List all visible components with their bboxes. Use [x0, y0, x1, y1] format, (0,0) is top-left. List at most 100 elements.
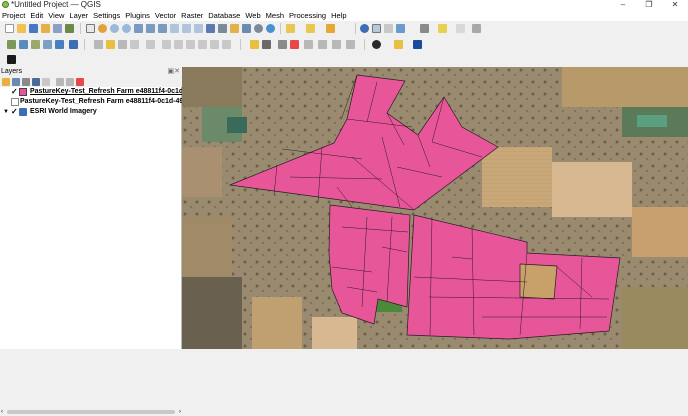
label-rotate-icon[interactable]	[318, 40, 327, 49]
minimize-button[interactable]: –	[610, 0, 636, 10]
identify-icon[interactable]	[360, 24, 369, 33]
scrollbar-thumb[interactable]	[7, 410, 175, 414]
layer-visibility-checkbox[interactable]: ✓	[11, 87, 18, 97]
deselect-icon[interactable]	[326, 24, 335, 33]
menu-settings[interactable]: Settings	[91, 10, 122, 21]
zoom-to-layer-icon[interactable]	[158, 24, 167, 33]
refresh-icon[interactable]	[266, 24, 275, 33]
scroll-left-icon[interactable]: ‹	[1, 408, 3, 416]
style-manager-icon[interactable]	[65, 24, 74, 33]
pan-icon[interactable]	[86, 24, 95, 33]
map-canvas[interactable]	[182, 67, 688, 349]
add-raster-layer-icon[interactable]	[19, 40, 28, 49]
delete-selected-icon[interactable]	[162, 40, 171, 49]
add-delimited-text-icon[interactable]	[31, 40, 40, 49]
annotation-icon[interactable]	[456, 24, 465, 33]
new-project-icon[interactable]	[5, 24, 14, 33]
plugin-black-icon[interactable]	[7, 55, 16, 64]
processing-toolbox-icon[interactable]	[396, 24, 405, 33]
menu-view[interactable]: View	[46, 10, 66, 21]
select-by-value-icon[interactable]	[306, 24, 315, 33]
cut-features-icon[interactable]	[174, 40, 183, 49]
close-button[interactable]: ✕	[662, 0, 688, 10]
add-vector-layer-icon[interactable]	[7, 40, 16, 49]
save-edits-icon[interactable]	[118, 40, 127, 49]
select-features-icon[interactable]	[286, 24, 295, 33]
spatial-bookmark-icon[interactable]	[230, 24, 239, 33]
menu-vector[interactable]: Vector	[153, 10, 178, 21]
collapse-all-icon[interactable]	[66, 78, 74, 86]
map-tips-icon[interactable]	[438, 24, 447, 33]
temporal-controller-icon[interactable]	[254, 24, 263, 33]
copy-features-icon[interactable]	[186, 40, 195, 49]
zoom-last-icon[interactable]	[182, 24, 191, 33]
zoom-full-icon[interactable]	[134, 24, 143, 33]
layer-visibility-checkbox[interactable]: ✓	[11, 107, 18, 117]
zoom-out-icon[interactable]	[122, 24, 131, 33]
toggle-editing-icon[interactable]	[106, 40, 115, 49]
current-edits-icon[interactable]	[94, 40, 103, 49]
maximize-button[interactable]: ❐	[636, 0, 662, 10]
layer-item-pasture-2[interactable]: PastureKey-Test_Refresh Farm e48811f4-0c…	[0, 97, 182, 107]
map-svg[interactable]	[182, 67, 688, 349]
menu-project[interactable]: Project	[0, 10, 27, 21]
menu-plugins[interactable]: Plugins	[123, 10, 152, 21]
save-project-icon[interactable]	[29, 24, 38, 33]
menu-help[interactable]: Help	[329, 10, 348, 21]
layout-manager-icon[interactable]	[53, 24, 62, 33]
measure-icon[interactable]	[420, 24, 429, 33]
zoom-native-icon[interactable]	[170, 24, 179, 33]
redo-icon[interactable]	[222, 40, 231, 49]
expand-arrow-icon[interactable]: ▼	[3, 107, 9, 117]
label-move-icon[interactable]	[304, 40, 313, 49]
new-3d-view-icon[interactable]	[218, 24, 227, 33]
expand-all-icon[interactable]	[56, 78, 64, 86]
add-spatialite-icon[interactable]	[43, 40, 52, 49]
add-group-icon[interactable]	[12, 78, 20, 86]
add-wms-layer-icon[interactable]	[55, 40, 64, 49]
menu-database[interactable]: Database	[206, 10, 242, 21]
menu-layer[interactable]: Layer	[67, 10, 90, 21]
show-bookmarks-icon[interactable]	[242, 24, 251, 33]
paste-features-icon[interactable]	[198, 40, 207, 49]
label-show-hide-icon[interactable]	[290, 40, 299, 49]
statistics-icon[interactable]	[408, 24, 417, 33]
layer-item-esri-imagery[interactable]: ▼ ✓ ESRI World Imagery	[0, 107, 182, 117]
manage-map-themes-icon[interactable]	[22, 78, 30, 86]
filter-legend-icon[interactable]	[32, 78, 40, 86]
print-layout-icon[interactable]	[41, 24, 50, 33]
layer-item-pasture-1[interactable]: ✓ PastureKey-Test_Refresh Farm e48811f4-…	[0, 87, 182, 97]
zoom-in-icon[interactable]	[110, 24, 119, 33]
new-map-view-icon[interactable]	[206, 24, 215, 33]
layers-horizontal-scrollbar[interactable]: ‹ ›	[0, 408, 182, 416]
remove-layer-icon[interactable]	[76, 78, 84, 86]
menu-processing[interactable]: Processing	[287, 10, 328, 21]
open-layer-styling-icon[interactable]	[2, 78, 10, 86]
menu-edit[interactable]: Edit	[28, 10, 45, 21]
python-console-icon[interactable]	[372, 40, 381, 49]
data-source-manager-icon[interactable]	[69, 40, 78, 49]
menu-mesh[interactable]: Mesh	[264, 10, 286, 21]
field-calculator-icon[interactable]	[384, 24, 393, 33]
label-tool-icon[interactable]	[250, 40, 259, 49]
zoom-to-selection-icon[interactable]	[146, 24, 155, 33]
label-change-icon[interactable]	[332, 40, 341, 49]
attribute-table-icon[interactable]	[372, 24, 381, 33]
vertex-tool-icon[interactable]	[146, 40, 155, 49]
label-highlight-icon[interactable]	[278, 40, 287, 49]
diagram-move-icon[interactable]	[346, 40, 355, 49]
scroll-right-icon[interactable]: ›	[179, 408, 181, 416]
filter-expression-icon[interactable]	[42, 78, 50, 86]
plugin-icon[interactable]	[394, 40, 403, 49]
open-project-icon[interactable]	[17, 24, 26, 33]
pan-to-selection-icon[interactable]	[98, 24, 107, 33]
help-icon[interactable]	[413, 40, 422, 49]
text-annotation-icon[interactable]	[472, 24, 481, 33]
add-polygon-icon[interactable]	[130, 40, 139, 49]
panel-float-icon[interactable]: ▣✕	[168, 67, 180, 77]
menu-web[interactable]: Web	[243, 10, 262, 21]
menu-raster[interactable]: Raster	[179, 10, 205, 21]
zoom-next-icon[interactable]	[194, 24, 203, 33]
undo-icon[interactable]	[210, 40, 219, 49]
label-pin-icon[interactable]	[262, 40, 271, 49]
